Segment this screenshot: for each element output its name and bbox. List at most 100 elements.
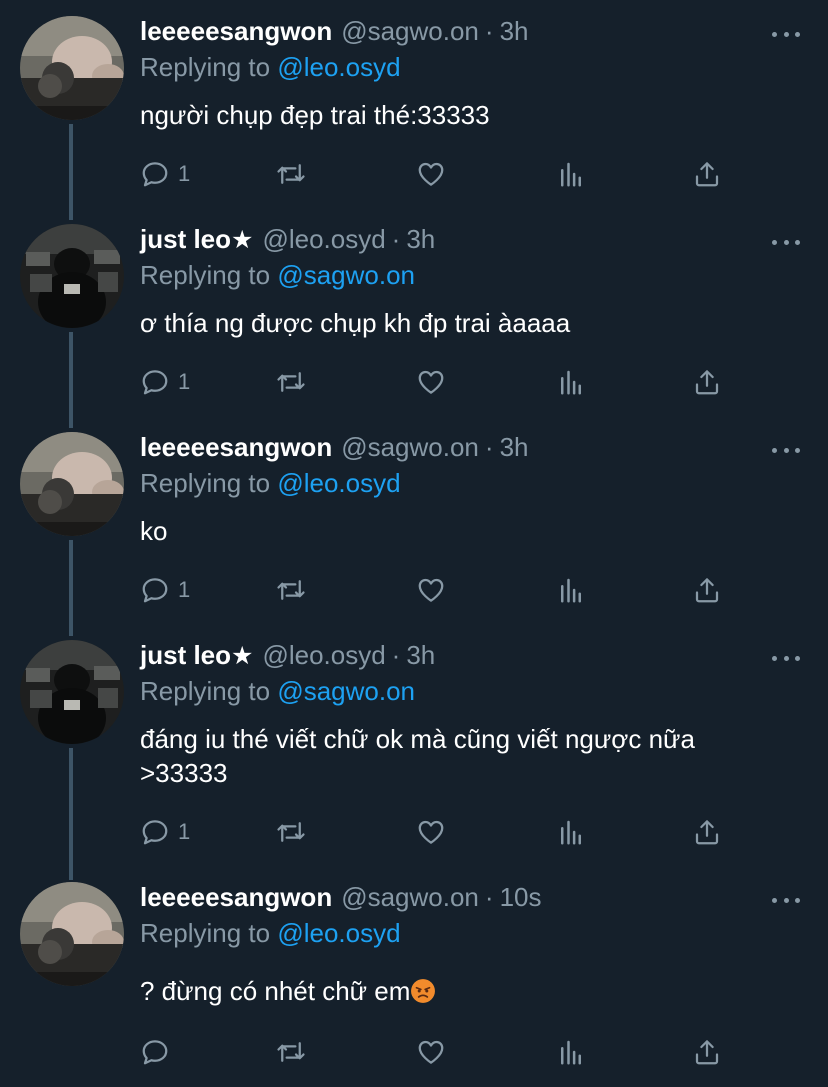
analytics-icon	[556, 159, 586, 189]
share-button[interactable]	[692, 1035, 722, 1069]
share-icon	[692, 1037, 722, 1067]
separator-dot: ·	[484, 432, 494, 462]
username[interactable]: @leo.osyd	[262, 640, 385, 671]
star-icon: ★	[231, 642, 254, 670]
reply-icon	[140, 367, 170, 397]
tweet[interactable]: just leo ★ @leo.osyd · 3h Replying to @s…	[0, 208, 828, 416]
more-icon[interactable]	[772, 237, 800, 247]
tweet-actions	[140, 1035, 740, 1069]
like-button[interactable]	[416, 815, 446, 849]
share-icon	[692, 367, 722, 397]
display-name[interactable]: leeeeesangwon	[140, 882, 332, 913]
share-button[interactable]	[692, 573, 722, 607]
tweet[interactable]: leeeeesangwon @sagwo.on · 10s Replying t…	[0, 866, 828, 1087]
replying-to: Replying to @leo.osyd	[140, 52, 401, 83]
mention-link[interactable]: @sagwo.on	[277, 676, 415, 706]
more-icon[interactable]	[772, 445, 800, 455]
retweet-icon	[276, 159, 306, 189]
tweet-actions: 1	[140, 157, 740, 191]
display-name[interactable]: just leo	[140, 224, 231, 255]
more-icon[interactable]	[772, 653, 800, 663]
analytics-button[interactable]	[556, 365, 586, 399]
retweet-button[interactable]	[276, 573, 306, 607]
reply-button[interactable]: 1	[140, 573, 190, 607]
avatar[interactable]	[20, 224, 124, 328]
tweet-text: ơ thía ng được chụp kh đp trai àaaaa	[140, 308, 571, 338]
mention-link[interactable]: @leo.osyd	[277, 52, 400, 82]
mention-link[interactable]: @leo.osyd	[277, 918, 400, 948]
replying-to-label: Replying to	[140, 52, 271, 82]
replying-to: Replying to @sagwo.on	[140, 676, 415, 707]
username[interactable]: @sagwo.on	[341, 16, 479, 47]
retweet-button[interactable]	[276, 365, 306, 399]
avatar[interactable]	[20, 16, 124, 120]
like-button[interactable]	[416, 157, 446, 191]
avatar[interactable]	[20, 882, 124, 986]
replying-to: Replying to @leo.osyd	[140, 918, 401, 949]
tweet[interactable]: just leo ★ @leo.osyd · 3h Replying to @s…	[0, 624, 828, 866]
reply-button[interactable]: 1	[140, 157, 190, 191]
tweet-header: leeeeesangwon @sagwo.on · 3h	[140, 432, 828, 466]
timestamp[interactable]: 3h	[406, 224, 435, 255]
reply-icon	[140, 159, 170, 189]
reply-count: 1	[178, 369, 191, 394]
more-icon[interactable]	[772, 29, 800, 39]
retweet-button[interactable]	[276, 157, 306, 191]
tweet-header: leeeeesangwon @sagwo.on · 10s	[140, 882, 828, 916]
share-button[interactable]	[692, 157, 722, 191]
heart-icon	[416, 367, 446, 397]
tweet[interactable]: leeeeesangwon @sagwo.on · 3h Replying to…	[0, 416, 828, 624]
reply-button[interactable]: 1	[140, 815, 190, 849]
reply-button[interactable]: 1	[140, 365, 190, 399]
analytics-button[interactable]	[556, 1035, 586, 1069]
analytics-icon	[556, 1037, 586, 1067]
username[interactable]: @leo.osyd	[262, 224, 385, 255]
display-name[interactable]: leeeeesangwon	[140, 432, 332, 463]
angry-face-emoji	[410, 978, 436, 1004]
separator-dot: ·	[391, 640, 401, 670]
mention-link[interactable]: @leo.osyd	[277, 468, 400, 498]
analytics-icon	[556, 817, 586, 847]
avatar[interactable]	[20, 640, 124, 744]
timestamp[interactable]: 10s	[500, 882, 542, 913]
username[interactable]: @sagwo.on	[341, 432, 479, 463]
display-name[interactable]: just leo	[140, 640, 231, 671]
analytics-button[interactable]	[556, 157, 586, 191]
tweet-actions: 1	[140, 573, 740, 607]
timestamp[interactable]: 3h	[406, 640, 435, 671]
mention-link[interactable]: @sagwo.on	[277, 260, 415, 290]
share-button[interactable]	[692, 815, 722, 849]
separator-dot: ·	[391, 224, 401, 254]
share-icon	[692, 817, 722, 847]
analytics-icon	[556, 367, 586, 397]
tweet-actions: 1	[140, 815, 740, 849]
display-name[interactable]: leeeeesangwon	[140, 16, 332, 47]
avatar[interactable]	[20, 432, 124, 536]
like-button[interactable]	[416, 573, 446, 607]
username[interactable]: @sagwo.on	[341, 882, 479, 913]
tweet-text: ? đừng có nhét chữ em	[140, 974, 800, 1008]
share-button[interactable]	[692, 365, 722, 399]
more-icon[interactable]	[772, 895, 800, 905]
reply-icon	[140, 1037, 170, 1067]
reply-icon	[140, 575, 170, 605]
tweet[interactable]: leeeeesangwon @sagwo.on · 3h Replying to…	[0, 0, 828, 208]
analytics-icon	[556, 575, 586, 605]
analytics-button[interactable]	[556, 815, 586, 849]
timestamp[interactable]: 3h	[500, 432, 529, 463]
tweet-text: ko	[140, 516, 168, 546]
retweet-button[interactable]	[276, 1035, 306, 1069]
like-button[interactable]	[416, 365, 446, 399]
reply-button[interactable]	[140, 1035, 178, 1069]
analytics-button[interactable]	[556, 573, 586, 607]
reply-count: 1	[178, 819, 191, 844]
like-button[interactable]	[416, 1035, 446, 1069]
tweet-text: người chụp đẹp trai thé:33333	[140, 100, 490, 130]
replying-to-label: Replying to	[140, 676, 271, 706]
separator-dot: ·	[484, 882, 494, 912]
replying-to: Replying to @leo.osyd	[140, 468, 401, 499]
tweet-header: just leo ★ @leo.osyd · 3h	[140, 640, 828, 674]
star-icon: ★	[231, 226, 254, 254]
retweet-button[interactable]	[276, 815, 306, 849]
timestamp[interactable]: 3h	[500, 16, 529, 47]
